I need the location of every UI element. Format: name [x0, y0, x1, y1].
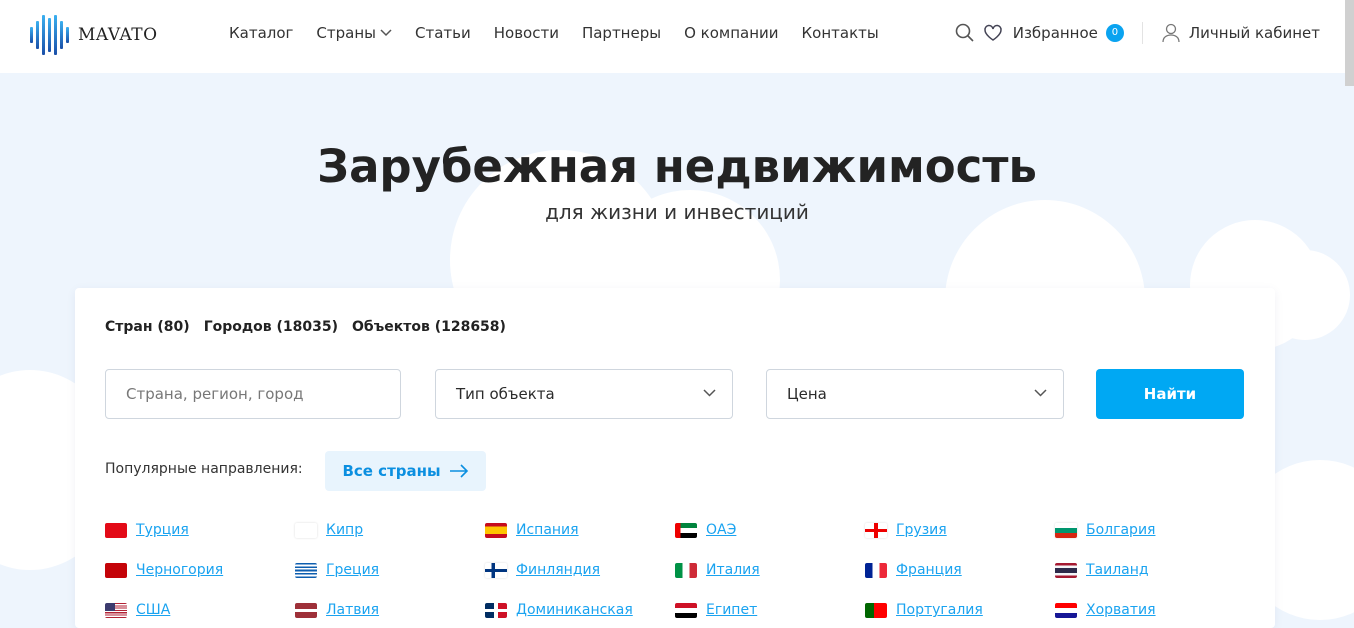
scrollbar[interactable]: [1345, 0, 1354, 86]
nav-contacts[interactable]: Контакты: [802, 24, 879, 42]
country-item: Таиланд: [1055, 561, 1245, 579]
nav-news[interactable]: Новости: [494, 24, 559, 42]
flag-hr-icon: [1055, 602, 1077, 618]
search-icon[interactable]: [955, 23, 975, 43]
search-card: Стран (80) Городов (18035) Объектов (128…: [75, 288, 1275, 628]
country-item: Франция: [865, 561, 1055, 579]
country-link[interactable]: Египет: [706, 602, 757, 618]
flag-us-icon: [105, 602, 127, 618]
country-link[interactable]: Португалия: [896, 602, 983, 618]
country-link[interactable]: Доминиканская: [516, 602, 633, 618]
country-link[interactable]: Кипр: [326, 522, 363, 538]
country-link[interactable]: Грузия: [896, 522, 947, 538]
heart-icon[interactable]: [983, 24, 1003, 42]
country-item: ОАЭ: [675, 521, 865, 539]
country-link[interactable]: Испания: [516, 522, 579, 538]
country-link[interactable]: США: [136, 602, 170, 618]
flag-eg-icon: [675, 602, 697, 618]
chevron-down-icon: [380, 29, 392, 37]
country-item: Черногория: [105, 561, 295, 579]
chevron-down-icon: [703, 389, 716, 397]
flag-pt-icon: [865, 602, 887, 618]
account-link[interactable]: Личный кабинет: [1189, 24, 1320, 42]
stat-cities: Городов (18035): [203, 319, 339, 335]
property-type-value: Тип объекта: [456, 385, 555, 403]
favorites-count-badge: 0: [1105, 24, 1124, 42]
country-link[interactable]: Таиланд: [1086, 562, 1149, 578]
site-header: MAVATO Каталог Страны Статьи Новости Пар…: [0, 0, 1354, 73]
nav-articles[interactable]: Статьи: [415, 24, 471, 42]
country-link[interactable]: Финляндия: [516, 562, 600, 578]
country-item: Португалия: [865, 601, 1055, 619]
country-link[interactable]: Турция: [136, 522, 189, 538]
country-link[interactable]: Франция: [896, 562, 962, 578]
flag-do-icon: [485, 602, 507, 618]
catalog-stats: Стран (80) Городов (18035) Объектов (128…: [105, 319, 506, 335]
country-item: Грузия: [865, 521, 1055, 539]
popular-label: Популярные направления:: [105, 461, 303, 477]
page-subtitle: для жизни и инвестиций: [545, 200, 809, 224]
country-list: Турция Кипр Испания ОАЭ Грузия Болгария Черног…: [105, 521, 1245, 619]
flag-fi-icon: [485, 562, 507, 578]
flag-me-icon: [105, 562, 127, 578]
price-select[interactable]: Цена: [766, 369, 1064, 419]
flag-ge-icon: [865, 522, 887, 538]
country-link[interactable]: Латвия: [326, 602, 379, 618]
country-item: Латвия: [295, 601, 485, 619]
country-item: Кипр: [295, 521, 485, 539]
country-item: Греция: [295, 561, 485, 579]
chevron-down-icon: [1034, 389, 1047, 397]
all-countries-button[interactable]: Все страны: [325, 451, 486, 491]
country-item: Хорватия: [1055, 601, 1245, 619]
nav-countries[interactable]: Страны: [316, 24, 392, 42]
main-nav: Каталог Страны Статьи Новости Партнеры О…: [229, 24, 902, 42]
country-link[interactable]: Италия: [706, 562, 760, 578]
flag-gr-icon: [295, 562, 317, 578]
nav-about[interactable]: О компании: [684, 24, 778, 42]
country-link[interactable]: Болгария: [1086, 522, 1155, 538]
arrow-right-icon: [449, 464, 468, 478]
country-link[interactable]: ОАЭ: [706, 522, 736, 538]
stat-objects: Объектов (128658): [352, 319, 506, 335]
header-actions: Избранное 0 Личный кабинет: [955, 22, 1320, 44]
country-item: США: [105, 601, 295, 619]
flag-fr-icon: [865, 562, 887, 578]
logo-text: MAVATO: [78, 25, 158, 45]
flag-th-icon: [1055, 562, 1077, 578]
flag-tr-icon: [105, 522, 127, 538]
logo-icon: [30, 15, 69, 55]
favorites-link[interactable]: Избранное: [1013, 24, 1098, 42]
country-link[interactable]: Черногория: [136, 562, 223, 578]
divider: [1141, 22, 1143, 44]
page-title: Зарубежная недвижимость: [317, 140, 1037, 193]
country-item: Турция: [105, 521, 295, 539]
flag-it-icon: [675, 562, 697, 578]
country-item: Доминиканская: [485, 601, 675, 619]
location-input[interactable]: Страна, регион, город: [105, 369, 401, 419]
nav-partners[interactable]: Партнеры: [582, 24, 661, 42]
nav-countries-label: Страны: [316, 24, 376, 42]
user-icon[interactable]: [1161, 23, 1181, 43]
flag-lv-icon: [295, 602, 317, 618]
country-item: Испания: [485, 521, 675, 539]
country-link[interactable]: Греция: [326, 562, 379, 578]
flag-ae-icon: [675, 522, 697, 538]
country-item: Египет: [675, 601, 865, 619]
country-item: Финляндия: [485, 561, 675, 579]
country-item: Италия: [675, 561, 865, 579]
country-item: Болгария: [1055, 521, 1245, 539]
nav-catalog[interactable]: Каталог: [229, 24, 293, 42]
flag-bg-icon: [1055, 522, 1077, 538]
all-countries-label: Все страны: [342, 462, 441, 480]
property-type-select[interactable]: Тип объекта: [435, 369, 733, 419]
stat-countries: Стран (80): [105, 319, 190, 335]
logo[interactable]: MAVATO: [30, 15, 158, 55]
flag-cy-icon: [295, 522, 317, 538]
flag-es-icon: [485, 522, 507, 538]
country-link[interactable]: Хорватия: [1086, 602, 1156, 618]
find-button[interactable]: Найти: [1096, 369, 1244, 419]
price-value: Цена: [787, 385, 827, 403]
